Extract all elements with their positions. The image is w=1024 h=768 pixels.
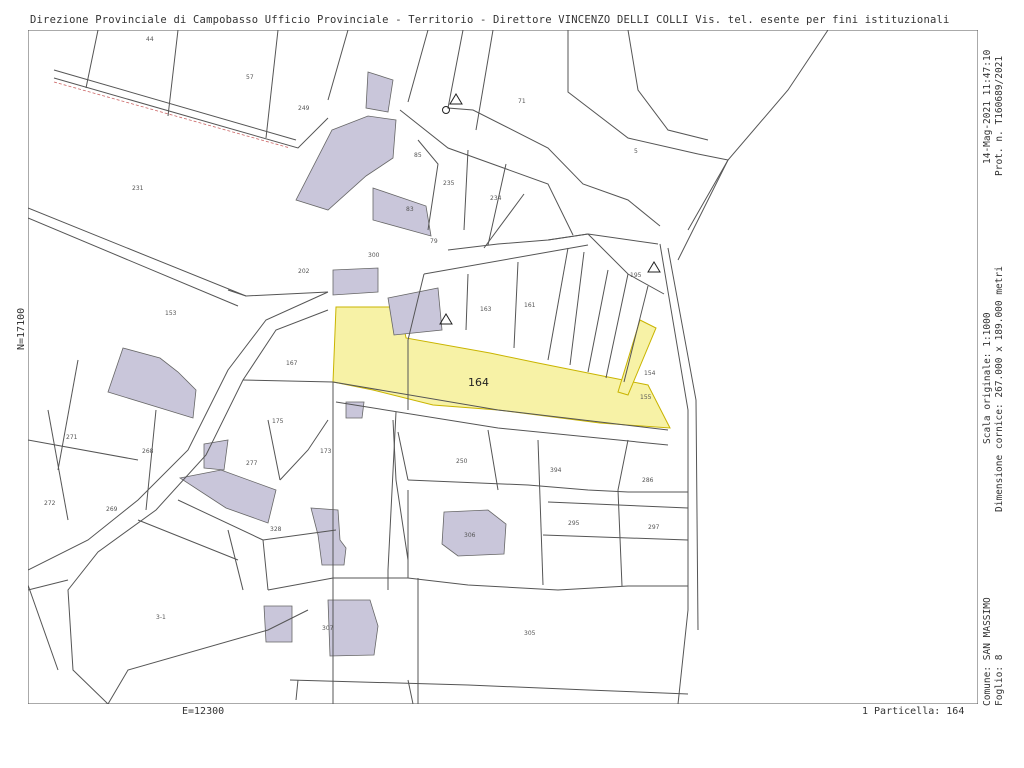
scale-info: Scala originale: 1:1000 bbox=[982, 312, 993, 444]
north-coordinate: N=17100 bbox=[16, 307, 27, 350]
parcel-label: 300 bbox=[368, 252, 380, 259]
parcel-label: 234 bbox=[490, 195, 502, 202]
comune-info: Comune: SAN MASSIMO bbox=[982, 597, 993, 706]
parcel-label: 153 bbox=[165, 310, 177, 317]
parcel-label: 277 bbox=[246, 460, 258, 467]
parcel-label: 44 bbox=[146, 36, 154, 43]
map-header: Direzione Provinciale di Campobasso Uffi… bbox=[30, 14, 950, 26]
parcel-label: 154 bbox=[644, 370, 656, 377]
parcel-label: 295 bbox=[568, 520, 580, 527]
parcel-label: 269 bbox=[106, 506, 118, 513]
parcel-label: 249 bbox=[298, 105, 310, 112]
parcel-label: 306 bbox=[464, 532, 476, 539]
survey-markers bbox=[439, 93, 661, 325]
parcel-label: 297 bbox=[648, 524, 660, 531]
parcel-label: 155 bbox=[640, 394, 652, 401]
parcel-label: 173 bbox=[320, 448, 332, 455]
protocol-number: Prot. n. T160689/2021 bbox=[994, 55, 1005, 176]
parcel-label: 202 bbox=[298, 268, 310, 275]
parcel-label: 307 bbox=[322, 625, 334, 632]
parcel-label: 272 bbox=[44, 500, 56, 507]
parcel-label: 268 bbox=[142, 448, 154, 455]
parcel-label: 271 bbox=[66, 434, 78, 441]
parcel-label: 83 bbox=[406, 206, 414, 213]
map-canvas bbox=[27, 29, 979, 705]
parcel-label: 161 bbox=[524, 302, 536, 309]
boundary-line bbox=[53, 81, 291, 149]
particelle-count: 1 Particella: 164 bbox=[862, 706, 965, 717]
parcel-label: 3-1 bbox=[156, 614, 166, 621]
parcel-label: 231 bbox=[132, 185, 144, 192]
parcel-label: 57 bbox=[246, 74, 254, 81]
parcel-label: 175 bbox=[272, 418, 284, 425]
foglio-info: Foglio: 8 bbox=[994, 654, 1005, 706]
parcel-label: 394 bbox=[550, 467, 562, 474]
parcel-label-164[interactable]: 164 bbox=[468, 376, 489, 389]
parcel-label: 79 bbox=[430, 238, 438, 245]
parcel-label: 163 bbox=[480, 306, 492, 313]
parcel-label: 71 bbox=[518, 98, 526, 105]
print-date: 14-Mag-2021 11:47:10 bbox=[982, 49, 993, 164]
parcel-label: 286 bbox=[642, 477, 654, 484]
parcel-label: 5 bbox=[634, 148, 638, 155]
frame-dimension: Dimensione cornice: 267.000 x 189.000 me… bbox=[994, 266, 1005, 512]
parcel-label: 235 bbox=[443, 180, 455, 187]
cadastral-map: 164 44 57 249 231 153 85 235 234 71 5 19… bbox=[27, 29, 979, 705]
parcel-label: 85 bbox=[414, 152, 422, 159]
parcel-label: 167 bbox=[286, 360, 298, 367]
parcel-label: 250 bbox=[456, 458, 468, 465]
parcel-label: 195 bbox=[630, 272, 642, 279]
parcel-label: 328 bbox=[270, 526, 282, 533]
east-coordinate: E=12300 bbox=[182, 706, 225, 717]
parcel-label: 305 bbox=[524, 630, 536, 637]
